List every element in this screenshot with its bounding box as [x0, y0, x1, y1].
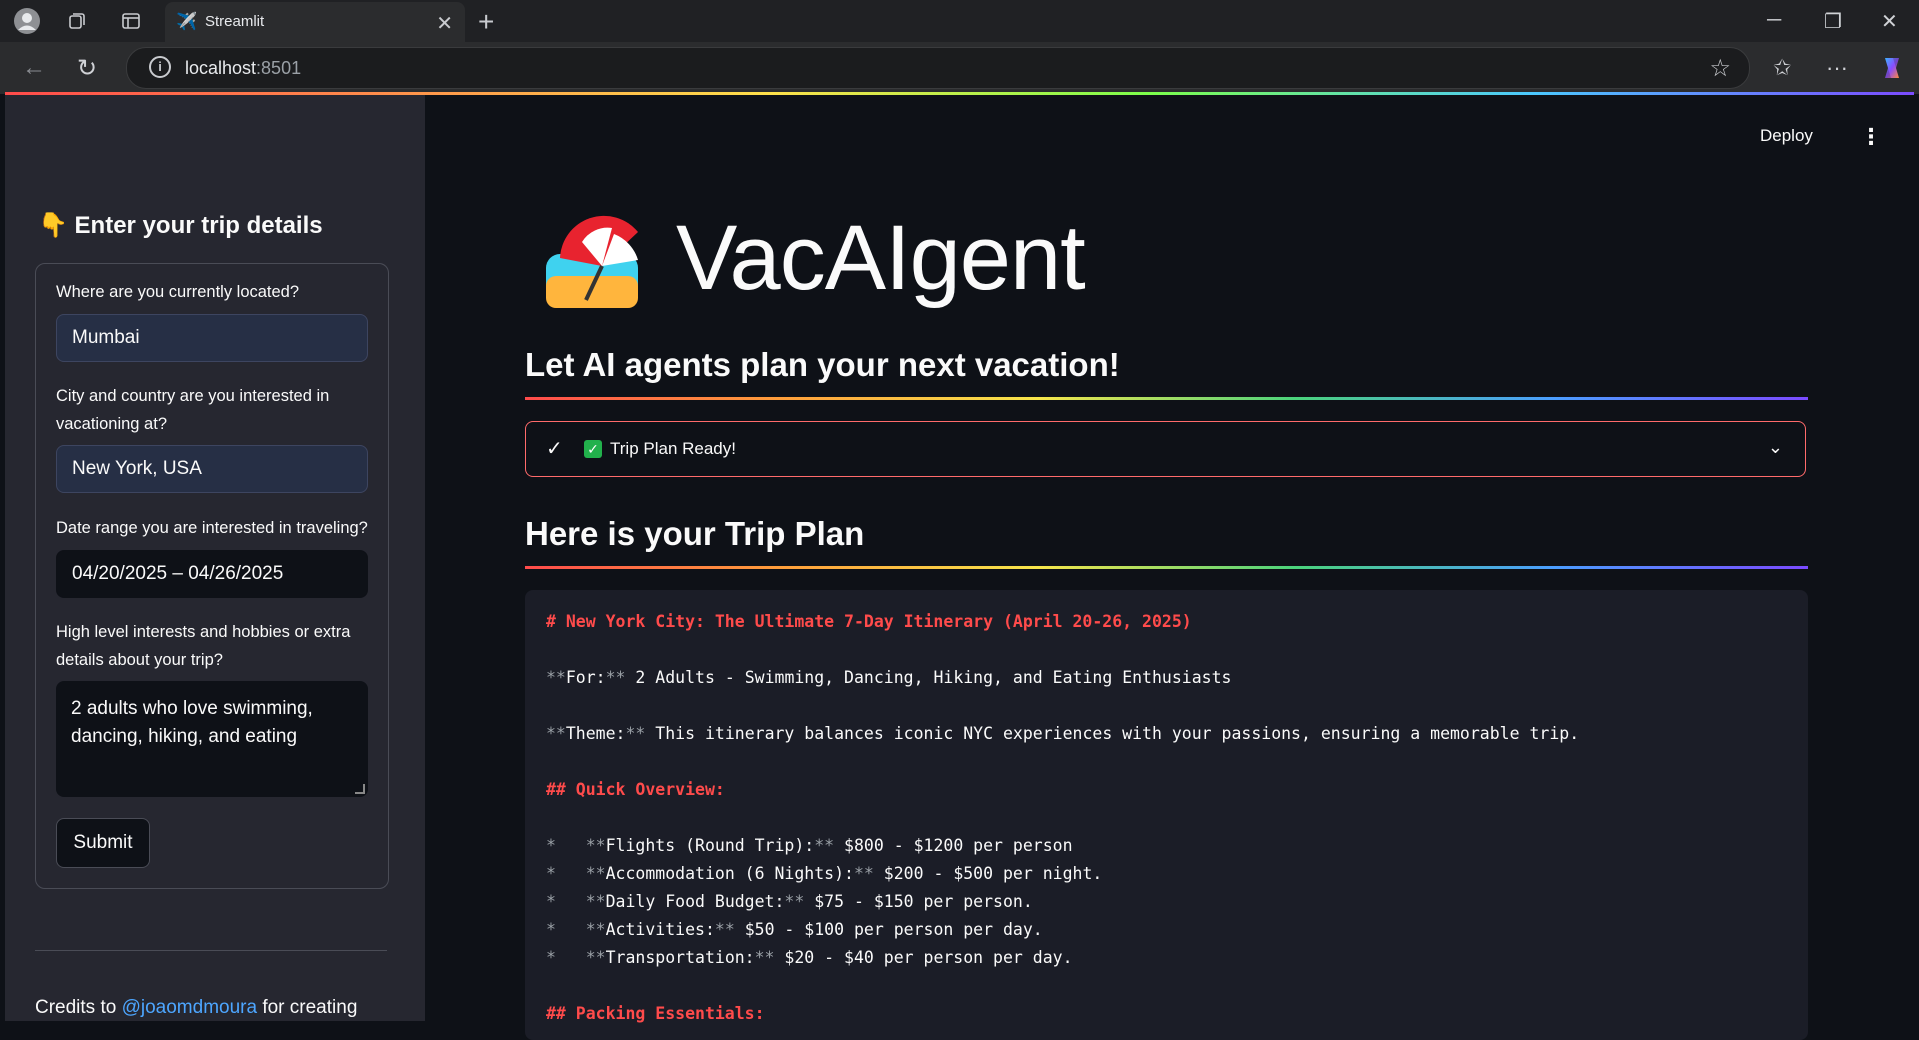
plan-heading: Here is your Trip Plan [525, 515, 865, 552]
url-field[interactable]: i localhost:8501 ☆ [126, 47, 1750, 89]
plan-heading-divider [525, 566, 1808, 569]
page-subtitle: Let AI agents plan your next vacation! [525, 346, 1120, 383]
browser-titlebar: ✈️ Streamlit ✕ + ─ ❐ ✕ [0, 0, 1919, 42]
new-tab-icon[interactable]: + [478, 6, 494, 38]
credits-prefix: Credits to [35, 997, 122, 1018]
destination-input[interactable]: New York, USA [56, 445, 368, 493]
plan-line: * **Daily Food Budget:** $75 - $150 per … [546, 892, 1033, 911]
copilot-icon[interactable] [1879, 55, 1905, 87]
plan-line: # New York City: The Ultimate 7-Day Itin… [546, 612, 1192, 631]
submit-button[interactable]: Submit [56, 818, 150, 868]
plan-line: **Theme:** This itinerary balances iconi… [546, 724, 1580, 743]
restore-icon[interactable]: ❐ [1824, 9, 1842, 34]
chevron-down-icon: ⌄ [1767, 437, 1783, 457]
location-label: Where are you currently located? [56, 283, 300, 301]
favorites-icon[interactable]: ✩ [1773, 55, 1791, 81]
plan-line [546, 692, 1579, 720]
subtitle-divider [525, 397, 1808, 400]
url-text: localhost:8501 [185, 58, 302, 78]
status-expander[interactable]: ✓ ✓ Trip Plan Ready! ⌄ [525, 421, 1806, 477]
plan-line: * **Activities:** $50 - $100 per person … [546, 920, 1043, 939]
deploy-button[interactable]: Deploy [1760, 126, 1813, 146]
check-badge-icon: ✓ [584, 440, 602, 458]
destination-label: City and country are you interested in v… [56, 387, 330, 433]
plan-line: * **Accommodation (6 Nights):** $200 - $… [546, 864, 1103, 883]
date-range-input[interactable]: 04/20/2025 – 04/26/2025 [56, 550, 368, 598]
streamlit-favicon-icon: ✈️ [176, 12, 198, 31]
plan-line: * **Transportation:** $20 - $40 per pers… [546, 948, 1073, 967]
interests-text: 2 adults who love swimming, dancing, hik… [71, 698, 313, 747]
plan-line [546, 748, 1579, 776]
minimize-icon[interactable]: ─ [1767, 9, 1781, 32]
status-label: Trip Plan Ready! [610, 439, 736, 458]
favorite-star-icon[interactable]: ☆ [1709, 54, 1731, 83]
beach-umbrella-icon [542, 214, 650, 310]
credits-link[interactable]: @joaomdmoura [122, 997, 257, 1018]
interests-textarea[interactable]: 2 adults who love swimming, dancing, hik… [56, 681, 368, 797]
plan-line: **For:** 2 Adults - Swimming, Dancing, H… [546, 668, 1232, 687]
back-icon[interactable]: ← [22, 54, 46, 82]
close-window-icon[interactable]: ✕ [1881, 9, 1898, 34]
plan-line: ## Quick Overview: [546, 780, 725, 799]
credits-text: Credits to @joaomdmoura for creating [35, 997, 357, 1019]
main-menu-icon[interactable]: ⋮ [1860, 124, 1882, 150]
resize-handle-icon[interactable] [355, 784, 365, 794]
credits-suffix: for creating [257, 997, 358, 1018]
browser-tab[interactable]: ✈️ Streamlit ✕ [165, 2, 465, 42]
vertical-tabs-icon[interactable] [118, 8, 144, 34]
trip-form: Where are you currently located? Mumbai … [35, 263, 389, 889]
trip-plan-text: # New York City: The Ultimate 7-Day Itin… [546, 608, 1579, 1028]
trip-plan-codeblock: # New York City: The Ultimate 7-Day Itin… [525, 590, 1808, 1040]
check-icon: ✓ [546, 438, 563, 460]
close-tab-icon[interactable]: ✕ [436, 11, 453, 36]
profile-icon[interactable] [14, 8, 40, 34]
plan-line [546, 636, 1579, 664]
page-title: VacAIgent [676, 207, 1086, 309]
address-bar: ← ↻ i localhost:8501 ☆ ✩ ··· [0, 42, 1919, 94]
sidebar: 👇 Enter your trip details Where are you … [5, 95, 425, 1021]
plan-line [546, 972, 1579, 1000]
date-range-label: Date range you are interested in traveli… [56, 519, 368, 537]
sidebar-title: 👇 Enter your trip details [38, 212, 323, 239]
more-options-icon[interactable]: ··· [1826, 55, 1848, 81]
plan-line: * **Flights (Round Trip):** $800 - $1200… [546, 836, 1073, 855]
plan-line: ## Packing Essentials: [546, 1004, 765, 1023]
plan-line [546, 804, 1579, 832]
site-info-icon[interactable]: i [149, 56, 171, 78]
location-input[interactable]: Mumbai [56, 314, 368, 362]
tab-title: Streamlit [205, 13, 265, 30]
reload-icon[interactable]: ↻ [77, 54, 97, 83]
interests-label: High level interests and hobbies or extr… [56, 623, 351, 669]
sidebar-divider [35, 950, 387, 951]
workspaces-icon[interactable] [64, 8, 90, 34]
